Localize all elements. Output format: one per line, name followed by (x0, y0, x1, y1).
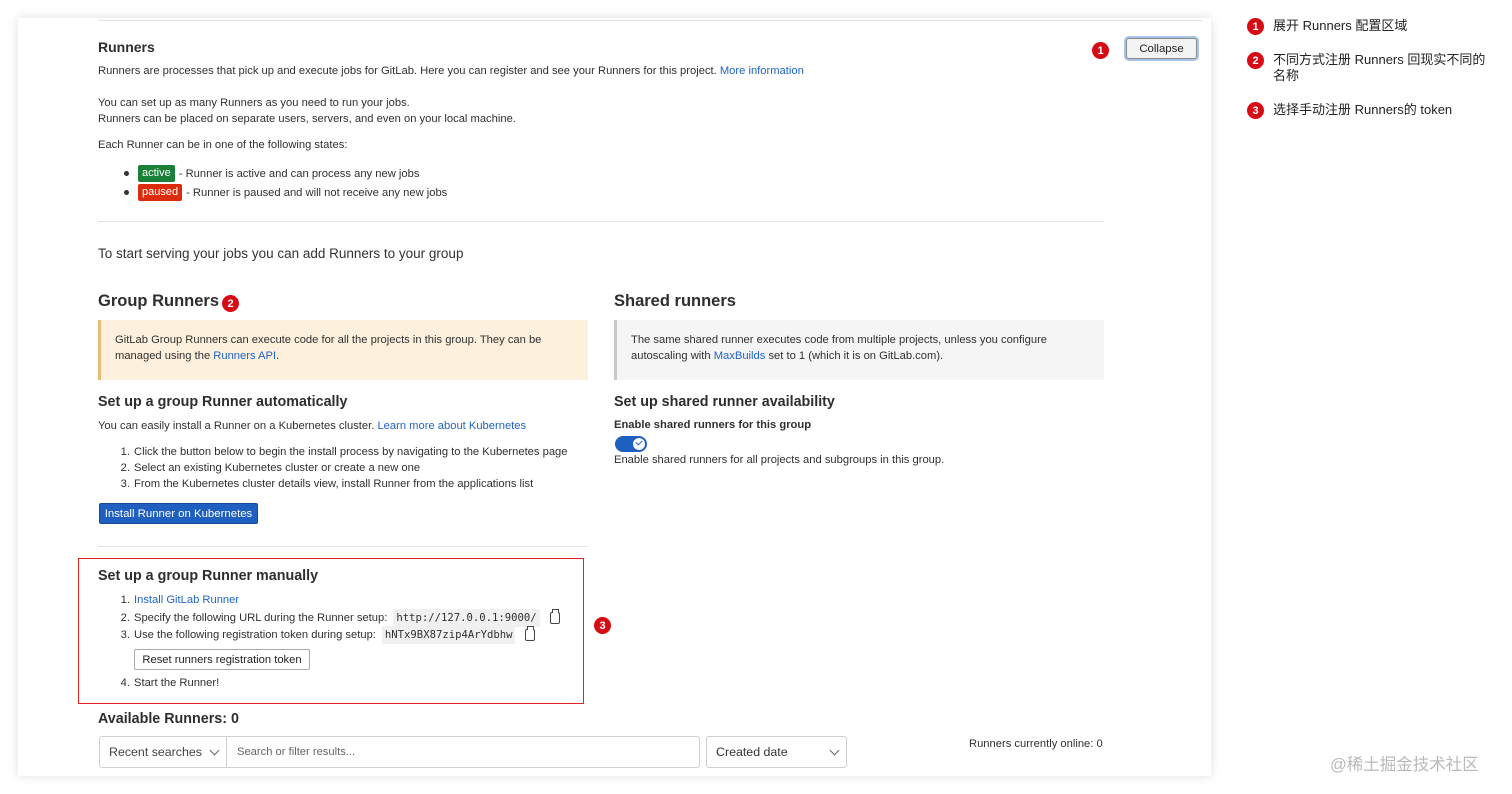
annotation-marker-3: 3 (594, 617, 611, 634)
manual-setup-title: Set up a group Runner manually (98, 568, 319, 584)
runner-url: http://127.0.0.1:9000/ (393, 608, 540, 627)
install-gitlab-runner-link[interactable]: Install GitLab Runner (134, 592, 239, 609)
runners-section-title: Runners (98, 39, 155, 55)
list-item: 3. Use the following registration token d… (98, 625, 560, 644)
auto-steps-list: 1. Click the button below to begin the in… (98, 444, 568, 492)
setup-line-1: You can set up as many Runners as you ne… (98, 97, 410, 109)
watermark: @稀土掘金技术社区 (1330, 756, 1479, 774)
manual-steps-list: 1. Install GitLab Runner 2. Specify the fo… (98, 592, 560, 644)
start-serving-text: To start serving your jobs you can add R… (98, 246, 464, 261)
enable-shared-label: Enable shared runners for this group (614, 419, 812, 431)
annotation-number: 1 (1247, 18, 1264, 35)
annotation-number: 2 (1247, 52, 1264, 69)
status-badge-active: active (138, 165, 175, 182)
runners-intro: Runners are processes that pick up and e… (98, 65, 804, 77)
state-active-text: - Runner is active and can process any n… (178, 167, 420, 180)
runners-api-link[interactable]: Runners API (213, 350, 276, 362)
clipboard-icon[interactable] (525, 625, 536, 641)
states-intro: Each Runner can be in one of the followi… (98, 139, 348, 151)
runner-filter-bar: Recent searches (99, 736, 700, 768)
list-item: 2. Specify the following URL during the R… (98, 608, 560, 627)
status-badge-paused: paused (138, 184, 183, 201)
annotation-marker-1: 1 (1092, 42, 1109, 59)
chevron-down-icon (829, 745, 840, 755)
group-runners-callout-text: GitLab Group Runners can execute code fo… (115, 334, 542, 362)
learn-kubernetes-link[interactable]: Learn more about Kubernetes (377, 420, 526, 432)
reset-token-button[interactable]: Reset runners registration token (134, 649, 310, 670)
section-divider (98, 221, 1104, 222)
settings-panel: Runners Collapse Runners are processes t… (18, 18, 1211, 776)
bullet (124, 190, 129, 195)
state-paused-text: - Runner is paused and will not receive … (186, 186, 448, 199)
shared-runners-callout-text: The same shared runner executes code fro… (631, 334, 1048, 362)
recent-searches-dropdown[interactable]: Recent searches (100, 737, 227, 767)
state-active: active - Runner is active and can proces… (124, 165, 447, 182)
maxbuilds-link[interactable]: MaxBuilds (714, 350, 766, 362)
annotation-1: 1 展开 Runners 配置区域 (1247, 18, 1407, 35)
more-information-link[interactable]: More information (720, 65, 804, 77)
setup-line-2: Runners can be placed on separate users,… (98, 113, 516, 125)
top-divider (98, 20, 1202, 21)
shared-runners-title: Shared runners (614, 292, 736, 310)
manual-step-4: 4. Start the Runner! (98, 675, 220, 691)
sort-dropdown[interactable]: Created date (706, 736, 847, 768)
available-runners-title: Available Runners: 0 (98, 711, 239, 727)
collapse-button[interactable]: Collapse (1126, 38, 1197, 59)
chevron-down-icon (209, 745, 220, 755)
annotation-text: 选择手动注册 Runners的 token (1273, 102, 1453, 117)
enable-shared-toggle[interactable] (615, 436, 647, 452)
annotation-number: 3 (1247, 102, 1264, 119)
group-divider (98, 546, 588, 547)
install-runner-kubernetes-button[interactable]: Install Runner on Kubernetes (99, 503, 258, 524)
shared-runners-callout: The same shared runner executes code fro… (614, 320, 1104, 380)
enable-shared-help: Enable shared runners for all projects a… (614, 454, 945, 466)
list-item: 1. Install GitLab Runner (98, 592, 560, 609)
states-list: active - Runner is active and can proces… (124, 165, 447, 201)
list-item: 3. From the Kubernetes cluster details vi… (120, 478, 534, 490)
auto-setup-desc: You can easily install a Runner on a Kub… (98, 420, 527, 432)
group-runners-callout: GitLab Group Runners can execute code fo… (98, 320, 588, 380)
auto-setup-title: Set up a group Runner automatically (98, 394, 348, 410)
list-item: 4. Start the Runner! (120, 677, 220, 689)
list-item: 1. Click the button below to begin the in… (120, 446, 568, 458)
annotation-marker-2: 2 (222, 295, 239, 312)
annotation-2: 2 不同方式注册 Runners 回现实不同的名称 (1247, 52, 1495, 84)
state-paused: paused - Runner is paused and will not r… (124, 184, 447, 201)
list-item: 2. Select an existing Kubernetes cluster … (120, 462, 421, 474)
registration-token: hNTx9BX87zip4ArYdbhw (381, 625, 516, 644)
annotation-text: 展开 Runners 配置区域 (1273, 18, 1408, 33)
annotation-text: 不同方式注册 Runners 回现实不同的名称 (1273, 52, 1486, 83)
group-runners-title: Group Runners (98, 292, 220, 310)
annotation-3: 3 选择手动注册 Runners的 token (1247, 102, 1452, 119)
runners-online-count: Runners currently online: 0 (969, 738, 1103, 750)
shared-availability-title: Set up shared runner availability (614, 394, 835, 410)
search-input[interactable] (227, 737, 699, 767)
clipboard-icon[interactable] (549, 608, 560, 624)
bullet (124, 171, 129, 176)
